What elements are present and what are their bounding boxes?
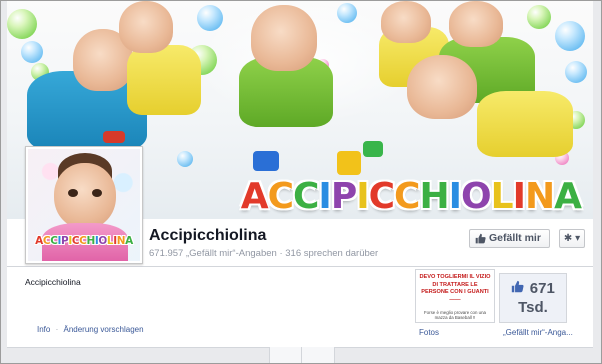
baby-figure [127,45,201,115]
profile-picture[interactable]: ACCIPICCHIOLINA [25,146,143,264]
photos-app-label[interactable]: Fotos [419,328,439,337]
photo-subcaption-text: Forse è meglio provare con una mazza da … [424,310,486,320]
thumbs-up-icon [511,280,528,296]
baby-figure [381,1,431,43]
suggest-edit-link[interactable]: Änderung vorschlagen [63,325,143,334]
divider [301,347,302,363]
baby-figure [407,55,477,119]
baby-figure [92,189,102,197]
bubble-decoration [177,151,193,167]
baby-figure [449,1,503,47]
like-button[interactable]: Gefällt mir [469,229,550,248]
photos-app-thumbnail[interactable]: DEVO TOGLIERMI IL VIZIO DI TRATTARE LE P… [415,269,495,323]
stats-separator: · [279,248,283,259]
bubble-decoration [565,61,587,83]
page-stats: 671.957 „Gefällt mir“-Angaben · 316 spre… [149,248,378,259]
page-options-button[interactable]: ✱ ▾ [559,229,585,248]
about-text: Accipicchiolina [25,277,81,287]
bubble-decoration [197,5,223,31]
paint-pot [253,151,279,171]
likes-thumbnail-unit: Tsd. [518,299,548,316]
baby-figure [54,163,116,229]
baby-figure [477,91,573,157]
page-title[interactable]: Accipicchiolina [149,227,266,245]
info-links: Info · Änderung vorschlagen [37,325,144,334]
cover-logo: ACCIPICCHIOLINA [240,176,582,217]
profile-logo: ACCIPICCHIOLINA [35,235,133,247]
thumbs-up-icon [475,233,486,244]
app-scroll-tab[interactable] [269,347,335,363]
likes-app-label[interactable]: „Gefällt mir“-Anga... [503,328,573,337]
paint-pot [337,151,361,175]
likes-thumbnail-count: 671 [500,279,566,299]
bubble-decoration [527,5,551,29]
bubble-decoration [555,21,585,51]
likes-app-thumbnail[interactable]: 671 Tsd. [499,273,567,323]
bubble-decoration [7,9,37,39]
baby-figure [119,1,173,53]
bubble-decoration [21,41,43,63]
page-frame: ACCIPICCHIOLINA Accipicchiolina 671.957 … [0,0,602,364]
likes-count-value: 671 [529,280,555,297]
baby-figure [251,5,317,71]
bubble-decoration [337,3,357,23]
gear-icon: ✱ ▾ [563,233,581,244]
info-link[interactable]: Info [37,325,50,334]
paint-pot [103,131,125,143]
profile-picture-image: ACCIPICCHIOLINA [28,149,140,261]
baby-figure [68,189,78,197]
talking-about[interactable]: 316 sprechen darüber [285,248,378,259]
page-info-section: Accipicchiolina Info · Änderung vorschla… [7,267,593,347]
paint-pot [363,141,383,157]
like-button-label: Gefällt mir [489,232,541,244]
likes-summary[interactable]: 671.957 „Gefällt mir“-Angaben [149,248,277,259]
link-separator: · [55,325,59,334]
photo-caption-text: DEVO TOGLIERMI IL VIZIO DI TRATTARE LE P… [419,274,491,303]
